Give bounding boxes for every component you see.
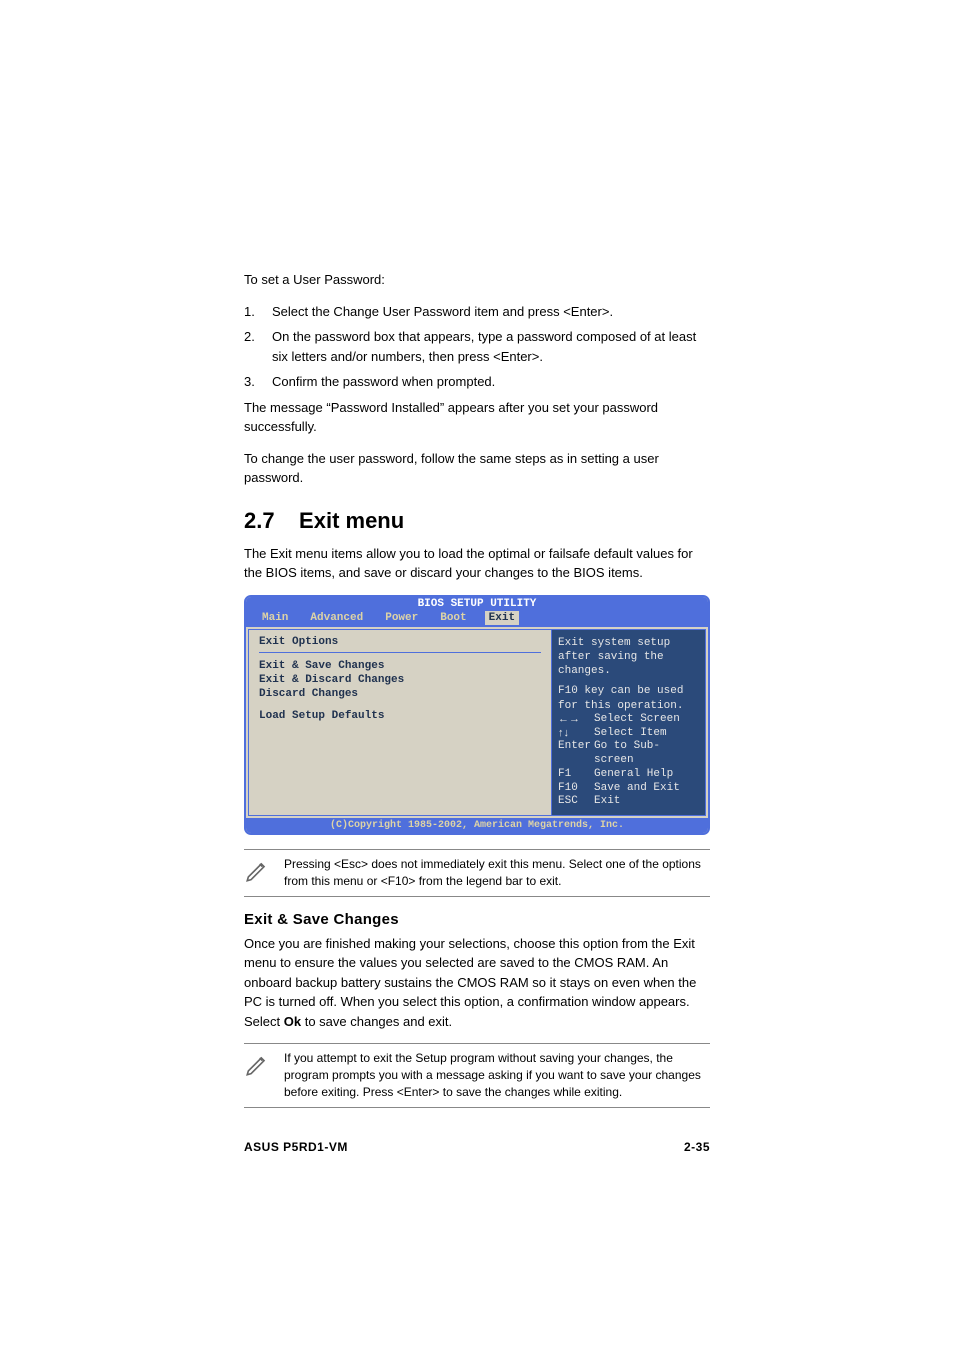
- password-installed-message: The message “Password Installed” appears…: [244, 398, 710, 437]
- note-exit-without-save: If you attempt to exit the Setup program…: [244, 1043, 710, 1107]
- section-number: 2.7: [244, 508, 275, 533]
- change-user-password-message: To change the user password, follow the …: [244, 449, 710, 488]
- help-text-2: F10 key can be used for this operation.: [558, 684, 699, 713]
- legend-label-select-item: Select Item: [594, 727, 667, 741]
- footer-right: 2-35: [684, 1140, 710, 1154]
- section-heading: 2.7 Exit menu: [244, 508, 710, 534]
- tab-exit[interactable]: Exit: [485, 611, 519, 625]
- exit-menu-paragraph: The Exit menu items allow you to load th…: [244, 544, 710, 583]
- help-text-1: Exit system setup after saving the chang…: [558, 636, 699, 679]
- exit-save-changes-heading: Exit & Save Changes: [244, 911, 710, 928]
- footer-left: ASUS P5RD1-VM: [244, 1140, 348, 1154]
- load-setup-defaults-item[interactable]: Load Setup Defaults: [259, 709, 541, 723]
- legend-key-f1: F1: [558, 768, 594, 782]
- legend-key-f10: F10: [558, 782, 594, 796]
- exit-options-header: Exit Options: [259, 636, 541, 653]
- bios-title: BIOS SETUP UTILITY: [246, 597, 708, 611]
- pencil-note-icon: [244, 856, 284, 889]
- step-1-text: Select the Change User Password item and…: [272, 302, 710, 322]
- exit-save-changes-item[interactable]: Exit & Save Changes: [259, 659, 541, 673]
- tab-boot[interactable]: Boot: [436, 611, 470, 625]
- tab-advanced[interactable]: Advanced: [306, 611, 367, 625]
- legend: ←→Select Screen ↑↓Select Item EnterGo to…: [558, 713, 699, 809]
- step-1-number: 1.: [244, 302, 272, 322]
- legend-key-enter: Enter: [558, 740, 594, 768]
- exit-discard-changes-item[interactable]: Exit & Discard Changes: [259, 673, 541, 687]
- step-2-text: On the password box that appears, type a…: [272, 327, 710, 366]
- step-2-number: 2.: [244, 327, 272, 366]
- step-2: 2. On the password box that appears, typ…: [244, 327, 710, 366]
- legend-label-sub-screen: Go to Sub-screen: [594, 740, 699, 768]
- legend-key-ud: ↑↓: [558, 727, 594, 741]
- bios-left-panel: Exit Options Exit & Save Changes Exit & …: [248, 629, 551, 817]
- legend-key-lr: ←→: [558, 713, 594, 727]
- tab-power[interactable]: Power: [381, 611, 422, 625]
- pencil-note-icon: [244, 1050, 284, 1083]
- exit-save-changes-paragraph: Once you are finished making your select…: [244, 934, 710, 1032]
- bios-tabs: Main Advanced Power Boot Exit: [246, 611, 708, 627]
- bios-help-panel: Exit system setup after saving the chang…: [551, 629, 706, 817]
- bios-setup-utility: BIOS SETUP UTILITY Main Advanced Power B…: [244, 595, 710, 836]
- note-esc: Pressing <Esc> does not immediately exit…: [244, 849, 710, 897]
- bios-copyright: (C)Copyright 1985-2002, American Megatre…: [246, 818, 708, 833]
- note-esc-text: Pressing <Esc> does not immediately exit…: [284, 856, 710, 890]
- legend-label-select-screen: Select Screen: [594, 713, 680, 727]
- ok-label: Ok: [284, 1014, 301, 1029]
- step-3: 3. Confirm the password when prompted.: [244, 372, 710, 392]
- step-3-number: 3.: [244, 372, 272, 392]
- step-3-text: Confirm the password when prompted.: [272, 372, 710, 392]
- legend-key-esc: ESC: [558, 795, 594, 809]
- legend-label-exit: Exit: [594, 795, 620, 809]
- legend-label-save-exit: Save and Exit: [594, 782, 680, 796]
- note-exit-without-save-text: If you attempt to exit the Setup program…: [284, 1050, 710, 1100]
- set-user-password-heading: To set a User Password:: [244, 270, 710, 290]
- legend-label-general-help: General Help: [594, 768, 673, 782]
- discard-changes-item[interactable]: Discard Changes: [259, 687, 541, 701]
- section-title: Exit menu: [299, 508, 404, 533]
- exit-save-para-b: to save changes and exit.: [301, 1014, 452, 1029]
- tab-main[interactable]: Main: [258, 611, 292, 625]
- step-1: 1. Select the Change User Password item …: [244, 302, 710, 322]
- page-footer: ASUS P5RD1-VM 2-35: [244, 1140, 710, 1154]
